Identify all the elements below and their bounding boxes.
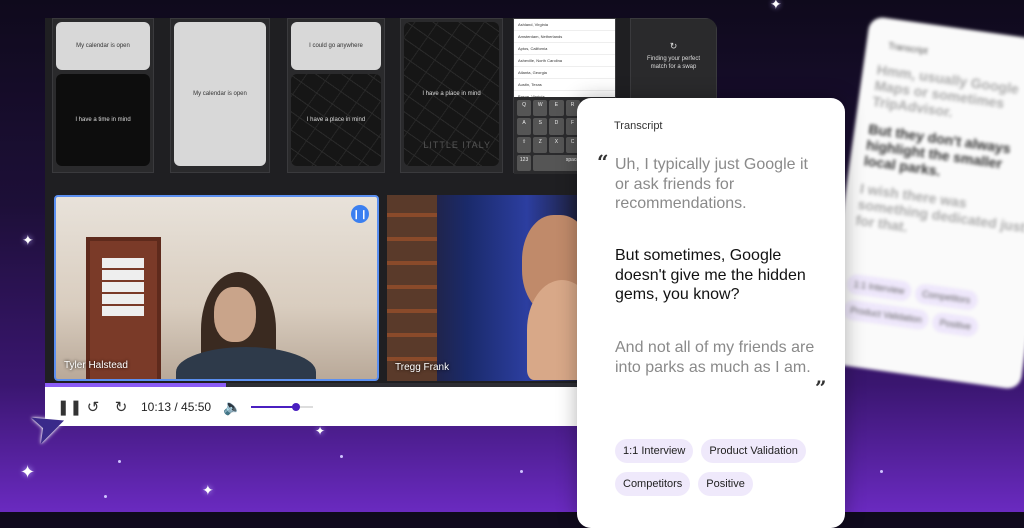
- keyboard-key[interactable]: Z: [533, 136, 548, 153]
- sparkle-icon: ✦: [22, 232, 34, 248]
- volume-slider[interactable]: [251, 402, 314, 411]
- city-list-item[interactable]: Austin, Texas: [514, 79, 615, 91]
- keyboard-key[interactable]: X: [549, 136, 564, 153]
- city-list-item[interactable]: Asheville, North Carolina: [514, 55, 615, 67]
- time-display: 10:13 / 45:50: [141, 399, 212, 414]
- blurred-transcript-card: Transcript Hmm, usually Google Maps or s…: [821, 15, 1024, 391]
- keyboard-key[interactable]: ⇧: [517, 136, 532, 153]
- keyboard-key[interactable]: A: [517, 118, 532, 135]
- open-quote-icon: “: [597, 150, 609, 174]
- forward-icon[interactable]: ↻: [113, 398, 129, 416]
- tag[interactable]: Competitors: [615, 472, 691, 496]
- keyboard-key[interactable]: Q: [517, 100, 532, 117]
- video-tile[interactable]: ❙❙ Tyler Halstead: [54, 195, 379, 381]
- transcript-card: Transcript “ Uh, I typically just Google…: [577, 98, 845, 528]
- sparkle-icon: ✦: [770, 0, 782, 12]
- tag-list: 1:1 Interview Product Validation Competi…: [615, 439, 835, 496]
- city-list-item[interactable]: Amsterdam, Netherlands: [514, 31, 615, 43]
- screen-thumbnail[interactable]: I have a place in mind LITTLE ITALY: [400, 18, 503, 173]
- volume-icon[interactable]: 🔈: [223, 398, 242, 416]
- tag[interactable]: Positive: [698, 472, 753, 496]
- tag[interactable]: Product Validation: [701, 439, 806, 463]
- city-list-item[interactable]: Atlanta, Georgia: [514, 67, 615, 79]
- tag[interactable]: 1:1 Interview: [615, 439, 694, 463]
- screen-thumbnail[interactable]: I could go anywhere I have a place in mi…: [287, 18, 385, 173]
- city-list-item[interactable]: Aptos, California: [514, 43, 615, 55]
- sparkle-icon: ✦: [315, 424, 326, 438]
- keyboard-key[interactable]: W: [533, 100, 548, 117]
- speaking-indicator-icon: ❙❙: [351, 205, 369, 223]
- video-tile[interactable]: Tregg Frank: [387, 195, 587, 381]
- keyboard-key[interactable]: D: [549, 118, 564, 135]
- screen-thumbnail[interactable]: My calendar is open: [170, 18, 270, 173]
- sparkle-icon: ✦: [202, 482, 214, 498]
- close-quote-icon: ”: [815, 376, 827, 400]
- rewind-icon[interactable]: ↺: [85, 398, 101, 416]
- screen-thumbnail[interactable]: My calendar is open I have a time in min…: [52, 18, 154, 173]
- keyboard-key[interactable]: E: [549, 100, 564, 117]
- loading-spinner-icon: ↻: [669, 41, 678, 51]
- keyboard-key[interactable]: 123: [517, 154, 532, 171]
- city-list-item[interactable]: Ashland, Virginia: [514, 19, 615, 31]
- keyboard-key[interactable]: S: [533, 118, 548, 135]
- sparkle-icon: ✦: [20, 462, 36, 482]
